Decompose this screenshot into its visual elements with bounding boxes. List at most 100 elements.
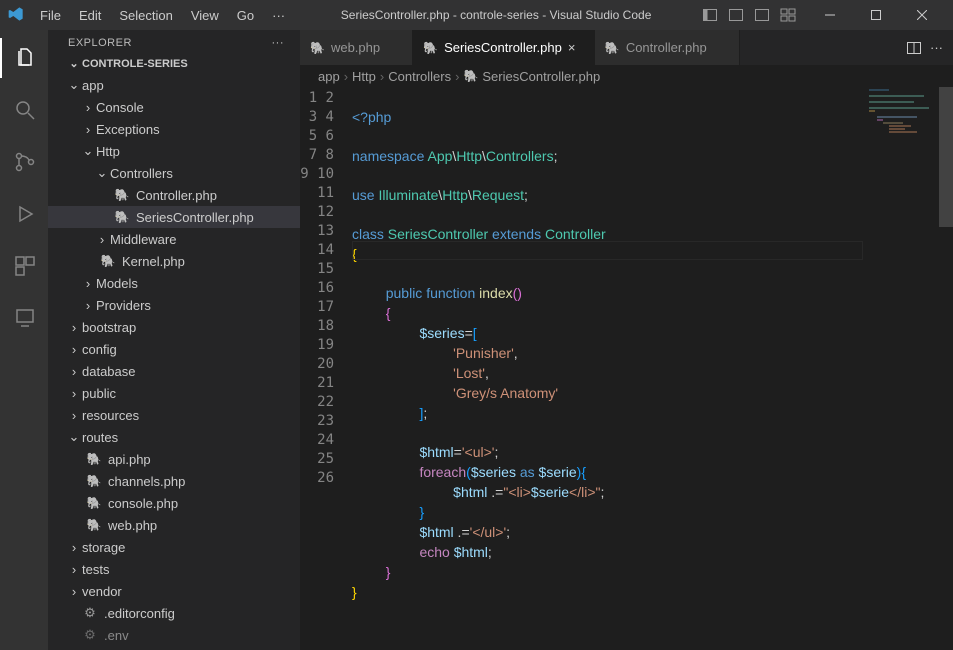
extensions-activity-icon[interactable] — [0, 246, 48, 286]
code-token: $serie — [539, 464, 577, 480]
code-token: Http — [456, 148, 482, 164]
tab-web[interactable]: 🐘web.php× — [300, 30, 413, 65]
tab-controller[interactable]: 🐘Controller.php× — [595, 30, 740, 65]
menu-selection[interactable]: Selection — [111, 4, 180, 27]
code-token: , — [514, 345, 518, 361]
code-token: use — [352, 187, 378, 203]
menu-overflow-icon[interactable]: ··· — [264, 4, 293, 27]
line-gutter: 1 2 3 4 5 6 7 8 9 10 11 12 13 14 15 16 1… — [300, 87, 352, 650]
chevron-right-icon: › — [66, 364, 82, 379]
more-actions-icon[interactable]: ··· — [930, 40, 943, 55]
code-token: '<ul>' — [462, 444, 495, 460]
menu-go[interactable]: Go — [229, 4, 262, 27]
chevron-right-icon: › — [80, 100, 96, 115]
tree-file-seriescontroller[interactable]: 🐘SeriesController.php — [48, 206, 300, 228]
tree-label: Console — [96, 100, 144, 115]
chevron-right-icon: › — [344, 69, 348, 84]
chevron-down-icon: ⌄ — [66, 57, 82, 70]
tree-file-controller[interactable]: 🐘Controller.php — [48, 184, 300, 206]
tree-folder-config[interactable]: ›config — [48, 338, 300, 360]
maximize-button[interactable] — [853, 0, 899, 30]
explorer-activity-icon[interactable] — [0, 38, 48, 78]
code-token: ; — [600, 484, 604, 500]
minimize-button[interactable] — [807, 0, 853, 30]
code-token: extends — [488, 226, 545, 242]
code-token: 'Lost' — [453, 365, 485, 381]
tree-label: Kernel.php — [122, 254, 185, 269]
crumb[interactable]: Controllers — [388, 69, 451, 84]
search-activity-icon[interactable] — [0, 90, 48, 130]
tab-seriescontroller[interactable]: 🐘SeriesController.php× — [413, 30, 595, 65]
code-token: { — [352, 246, 357, 262]
code-token: Controller — [545, 226, 606, 242]
code-token: } — [386, 564, 391, 580]
split-editor-icon[interactable] — [906, 40, 922, 56]
crumb[interactable]: SeriesController.php — [482, 69, 600, 84]
tree-folder-controllers[interactable]: ⌄Controllers — [48, 162, 300, 184]
sidebar: EXPLORER ··· ⌄ CONTROLE-SERIES ⌄app ›Con… — [48, 30, 300, 650]
code-token: { — [386, 305, 391, 321]
tree-folder-resources[interactable]: ›resources — [48, 404, 300, 426]
minimap[interactable] — [869, 89, 939, 209]
code-editor[interactable]: <?php namespace App\Http\Controllers; us… — [352, 87, 953, 650]
scrollbar-thumb[interactable] — [939, 87, 953, 227]
editor-scrollbar[interactable] — [939, 87, 953, 650]
project-root[interactable]: ⌄ CONTROLE-SERIES — [48, 53, 300, 74]
toggle-secondary-sidebar-icon[interactable] — [751, 4, 773, 26]
tree-folder-storage[interactable]: ›storage — [48, 536, 300, 558]
code-token: public — [386, 285, 423, 301]
tree-folder-app[interactable]: ⌄app — [48, 74, 300, 96]
tree-folder-public[interactable]: ›public — [48, 382, 300, 404]
tree-label: Models — [96, 276, 138, 291]
tree-file-channels[interactable]: 🐘channels.php — [48, 470, 300, 492]
toggle-primary-sidebar-icon[interactable] — [699, 4, 721, 26]
crumb[interactable]: app — [318, 69, 340, 84]
tree-folder-console[interactable]: ›Console — [48, 96, 300, 118]
sidebar-header: EXPLORER ··· — [48, 30, 300, 53]
tree-folder-vendor[interactable]: ›vendor — [48, 580, 300, 602]
tree-file-consolephp[interactable]: 🐘console.php — [48, 492, 300, 514]
code-token: Controllers — [486, 148, 554, 164]
code-token: ; — [494, 444, 498, 460]
tree-folder-middleware[interactable]: ›Middleware — [48, 228, 300, 250]
editor-area[interactable]: 1 2 3 4 5 6 7 8 9 10 11 12 13 14 15 16 1… — [300, 87, 953, 650]
tree-file-editorconfig[interactable]: ⚙.editorconfig — [48, 602, 300, 624]
code-token: [ — [473, 325, 477, 341]
tree-label: SeriesController.php — [136, 210, 254, 225]
tree-folder-tests[interactable]: ›tests — [48, 558, 300, 580]
code-token: '</ul>' — [470, 524, 506, 540]
tree-folder-models[interactable]: ›Models — [48, 272, 300, 294]
customize-layout-icon[interactable] — [777, 4, 799, 26]
tree-folder-bootstrap[interactable]: ›bootstrap — [48, 316, 300, 338]
menu-file[interactable]: File — [32, 4, 69, 27]
code-token: foreach — [419, 464, 466, 480]
source-control-activity-icon[interactable] — [0, 142, 48, 182]
sidebar-more-icon[interactable]: ··· — [272, 37, 285, 49]
vscode-logo-icon — [8, 6, 26, 24]
code-token: .= — [454, 524, 470, 540]
tree-folder-routes[interactable]: ⌄routes — [48, 426, 300, 448]
menu-view[interactable]: View — [183, 4, 227, 27]
tree-folder-database[interactable]: ›database — [48, 360, 300, 382]
crumb[interactable]: Http — [352, 69, 376, 84]
menu-edit[interactable]: Edit — [71, 4, 109, 27]
close-icon[interactable]: × — [568, 40, 584, 55]
php-file-icon: 🐘 — [310, 41, 325, 55]
toggle-panel-icon[interactable] — [725, 4, 747, 26]
gear-icon: ⚙ — [82, 605, 98, 621]
tree-file-web[interactable]: 🐘web.php — [48, 514, 300, 536]
tree-folder-exceptions[interactable]: ›Exceptions — [48, 118, 300, 140]
tree-file-env[interactable]: ⚙.env — [48, 624, 300, 646]
tree-file-api[interactable]: 🐘api.php — [48, 448, 300, 470]
title-bar: File Edit Selection View Go ··· SeriesCo… — [0, 0, 953, 30]
remote-activity-icon[interactable] — [0, 298, 48, 338]
code-token: $html — [453, 484, 487, 500]
tree-folder-http[interactable]: ⌄Http — [48, 140, 300, 162]
close-window-button[interactable] — [899, 0, 945, 30]
tree-file-kernel[interactable]: 🐘Kernel.php — [48, 250, 300, 272]
run-debug-activity-icon[interactable] — [0, 194, 48, 234]
chevron-right-icon: › — [380, 69, 384, 84]
breadcrumbs[interactable]: app› Http› Controllers› 🐘SeriesControlle… — [300, 65, 953, 87]
tree-folder-providers[interactable]: ›Providers — [48, 294, 300, 316]
code-token: as — [516, 464, 539, 480]
